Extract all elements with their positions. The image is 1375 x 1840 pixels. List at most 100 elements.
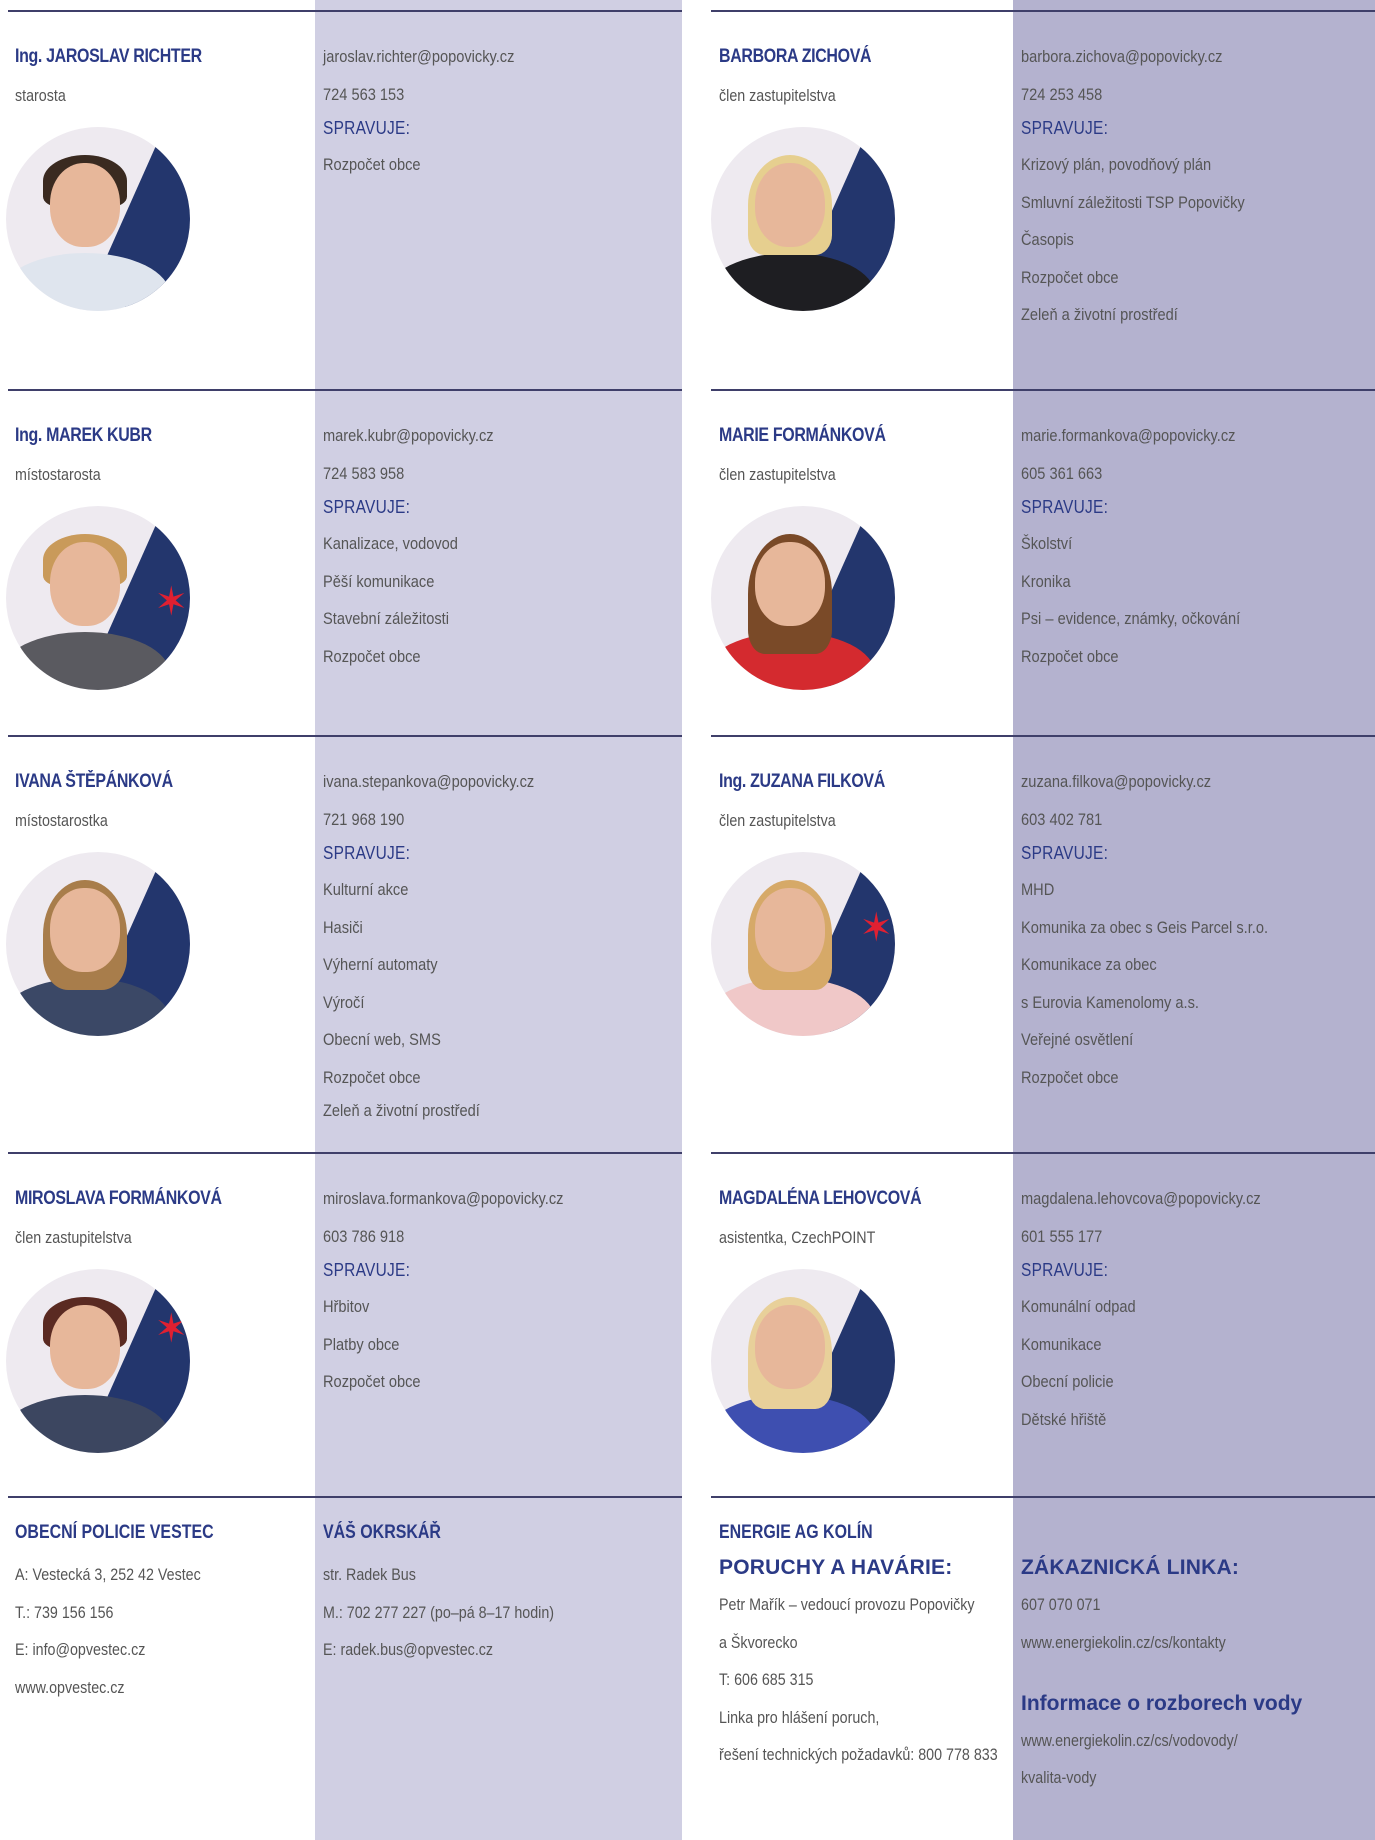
- member-photo: [711, 127, 895, 311]
- manages-item: Hřbitov: [323, 1297, 370, 1316]
- member-role: starosta: [15, 86, 66, 105]
- divider: [8, 735, 682, 737]
- manages-item: Rozpočet obce: [323, 1372, 421, 1391]
- member-role: místostarosta: [15, 465, 101, 484]
- member-role: člen zastupitelstva: [719, 811, 836, 830]
- manages-label: SPRAVUJE:: [323, 117, 411, 138]
- member-phone: 601 555 177: [1021, 1226, 1103, 1246]
- member-details: zuzana.filkova@popovicky.cz 603 402 781 …: [1021, 771, 1308, 1104]
- member-details: ivana.stepankova@popovicky.cz 721 968 19…: [323, 771, 569, 1137]
- customer-title: ZÁKAZNICKÁ LINKA:: [1021, 1556, 1240, 1579]
- divider: [711, 389, 1375, 391]
- member-photo: [6, 127, 190, 311]
- police-email[interactable]: E: info@opvestec.cz: [15, 1639, 214, 1677]
- officer-email[interactable]: E: radek.bus@opvestec.cz: [323, 1639, 554, 1677]
- manages-label: SPRAVUJE:: [1021, 496, 1109, 517]
- energy-line: T: 606 685 315: [719, 1670, 814, 1689]
- left-column: Ing. JAROSLAV RICHTER starosta jaroslav.…: [0, 0, 682, 1840]
- member-name: Ing. MAREK KUBR: [15, 425, 152, 446]
- member-phone: 724 563 153: [323, 84, 405, 104]
- manages-item: MHD: [1021, 880, 1055, 899]
- member-email[interactable]: zuzana.filkova@popovicky.cz: [1021, 771, 1268, 809]
- manages-item: Rozpočet obce: [1021, 267, 1119, 287]
- manages-item: Kanalizace, vodovod: [323, 534, 458, 553]
- manages-item: Komunikace: [1021, 1334, 1102, 1354]
- member-phone: 721 968 190: [323, 809, 405, 829]
- manages-item: Výherní automaty: [323, 955, 438, 974]
- member-phone: 724 253 458: [1021, 84, 1103, 104]
- customer-phone: 607 070 071: [1021, 1595, 1101, 1614]
- member-email[interactable]: miroslava.formankova@popovicky.cz: [323, 1188, 563, 1226]
- divider: [711, 1152, 1375, 1154]
- divider: [8, 10, 682, 12]
- member-details: marek.kubr@popovicky.cz 724 583 958 SPRA…: [323, 425, 521, 683]
- police-line: A: Vestecká 3, 252 42 Vestec: [15, 1565, 201, 1584]
- energy-line: Petr Mařík – vedoucí provozu Popovičky: [719, 1595, 975, 1614]
- manages-label: SPRAVUJE:: [1021, 1259, 1109, 1280]
- member-role: člen zastupitelstva: [15, 1228, 132, 1247]
- officer-line: M.: 702 277 227 (po–pá 8–17 hodin): [323, 1602, 555, 1622]
- member-email[interactable]: magdalena.lehovcova@popovicky.cz: [1021, 1188, 1261, 1226]
- water-info-link[interactable]: www.energiekolin.cz/cs/vodovody/: [1021, 1730, 1257, 1768]
- water-info-link[interactable]: kvalita-vody: [1021, 1767, 1257, 1805]
- manages-item: Dětské hřiště: [1021, 1409, 1107, 1429]
- star-icon: ✶: [154, 580, 188, 624]
- energy-subtitle: PORUCHY A HAVÁRIE:: [719, 1556, 953, 1579]
- member-details: barbora.zichova@popovicky.cz 724 253 458…: [1021, 46, 1281, 342]
- manages-item: Krizový plán, povodňový plán: [1021, 155, 1212, 174]
- member-phone: 603 402 781: [1021, 809, 1103, 829]
- manages-item: Rozpočet obce: [1021, 1067, 1119, 1087]
- manages-item: Stavební záležitosti: [323, 609, 449, 628]
- member-email[interactable]: marie.formankova@popovicky.cz: [1021, 425, 1240, 463]
- energy-line: řešení technických požadavků: 800 778 83…: [719, 1745, 998, 1764]
- manages-item: s Eurovia Kamenolomy a.s.: [1021, 992, 1199, 1012]
- officer-line: str. Radek Bus: [323, 1565, 416, 1584]
- member-role: místostarostka: [15, 811, 108, 830]
- manages-item: Veřejné osvětlení: [1021, 1030, 1134, 1049]
- manages-label: SPRAVUJE:: [323, 496, 411, 517]
- member-name: IVANA ŠTĚPÁNKOVÁ: [15, 771, 173, 792]
- member-name: MARIE FORMÁNKOVÁ: [719, 425, 886, 446]
- manages-item: Pěší komunikace: [323, 571, 435, 591]
- member-email[interactable]: barbora.zichova@popovicky.cz: [1021, 46, 1245, 84]
- customer-website-link[interactable]: www.energiekolin.cz/cs/kontakty: [1021, 1632, 1257, 1692]
- member-email[interactable]: jaroslav.richter@popovicky.cz: [323, 46, 514, 84]
- member-email[interactable]: marek.kubr@popovicky.cz: [323, 425, 494, 463]
- manages-item: Časopis: [1021, 230, 1074, 249]
- member-name: Ing. JAROSLAV RICHTER: [15, 46, 202, 67]
- manages-item: Rozpočet obce: [323, 1067, 421, 1087]
- member-name: MIROSLAVA FORMÁNKOVÁ: [15, 1188, 222, 1209]
- manages-item: Výročí: [323, 992, 365, 1012]
- police-website-link[interactable]: www.opvestec.cz: [15, 1677, 214, 1715]
- member-photo: [711, 506, 895, 690]
- right-column: BARBORA ZICHOVÁ člen zastupitelstva barb…: [711, 0, 1375, 1840]
- police-title: OBECNÍ POLICIE VESTEC: [15, 1522, 214, 1543]
- manages-item: Rozpočet obce: [323, 155, 421, 174]
- member-name: BARBORA ZICHOVÁ: [719, 46, 872, 67]
- manages-item: Komunikace za obec: [1021, 955, 1157, 974]
- member-photo: [6, 852, 190, 1036]
- manages-item: Obecní policie: [1021, 1372, 1114, 1391]
- member-name: MAGDALÉNA LEHOVCOVÁ: [719, 1188, 922, 1209]
- member-phone: 605 361 663: [1021, 463, 1103, 483]
- manages-item: Komunální odpad: [1021, 1297, 1136, 1316]
- energy-line: Linka pro hlášení poruch,: [719, 1707, 880, 1727]
- manages-item: Psi – evidence, známky, očkování: [1021, 609, 1241, 628]
- manages-item: Platby obce: [323, 1334, 400, 1354]
- water-info-title: Informace o rozborech vody: [1021, 1691, 1303, 1715]
- customer-line: ZÁKAZNICKÁ LINKA: 607 070 071 www.energi…: [1021, 1556, 1302, 1805]
- member-details: magdalena.lehovcova@popovicky.cz 601 555…: [1021, 1188, 1300, 1446]
- manages-item: Obecní web, SMS: [323, 1030, 441, 1049]
- officer-title: VÁŠ OKRSKÁŘ: [323, 1522, 441, 1543]
- member-photo: [711, 1269, 895, 1453]
- manages-item: Smluvní záležitosti TSP Popovičky: [1021, 192, 1245, 212]
- divider: [711, 735, 1375, 737]
- manages-label: SPRAVUJE:: [323, 842, 411, 863]
- divider: [8, 1152, 682, 1154]
- member-phone: 603 786 918: [323, 1226, 405, 1246]
- member-email[interactable]: ivana.stepankova@popovicky.cz: [323, 771, 534, 809]
- member-role: člen zastupitelstva: [719, 465, 836, 484]
- divider: [8, 1496, 682, 1498]
- officer-contact: VÁŠ OKRSKÁŘ str. Radek Bus M.: 702 277 2…: [323, 1522, 598, 1677]
- energy-title: ENERGIE AG KOLÍN: [719, 1522, 873, 1543]
